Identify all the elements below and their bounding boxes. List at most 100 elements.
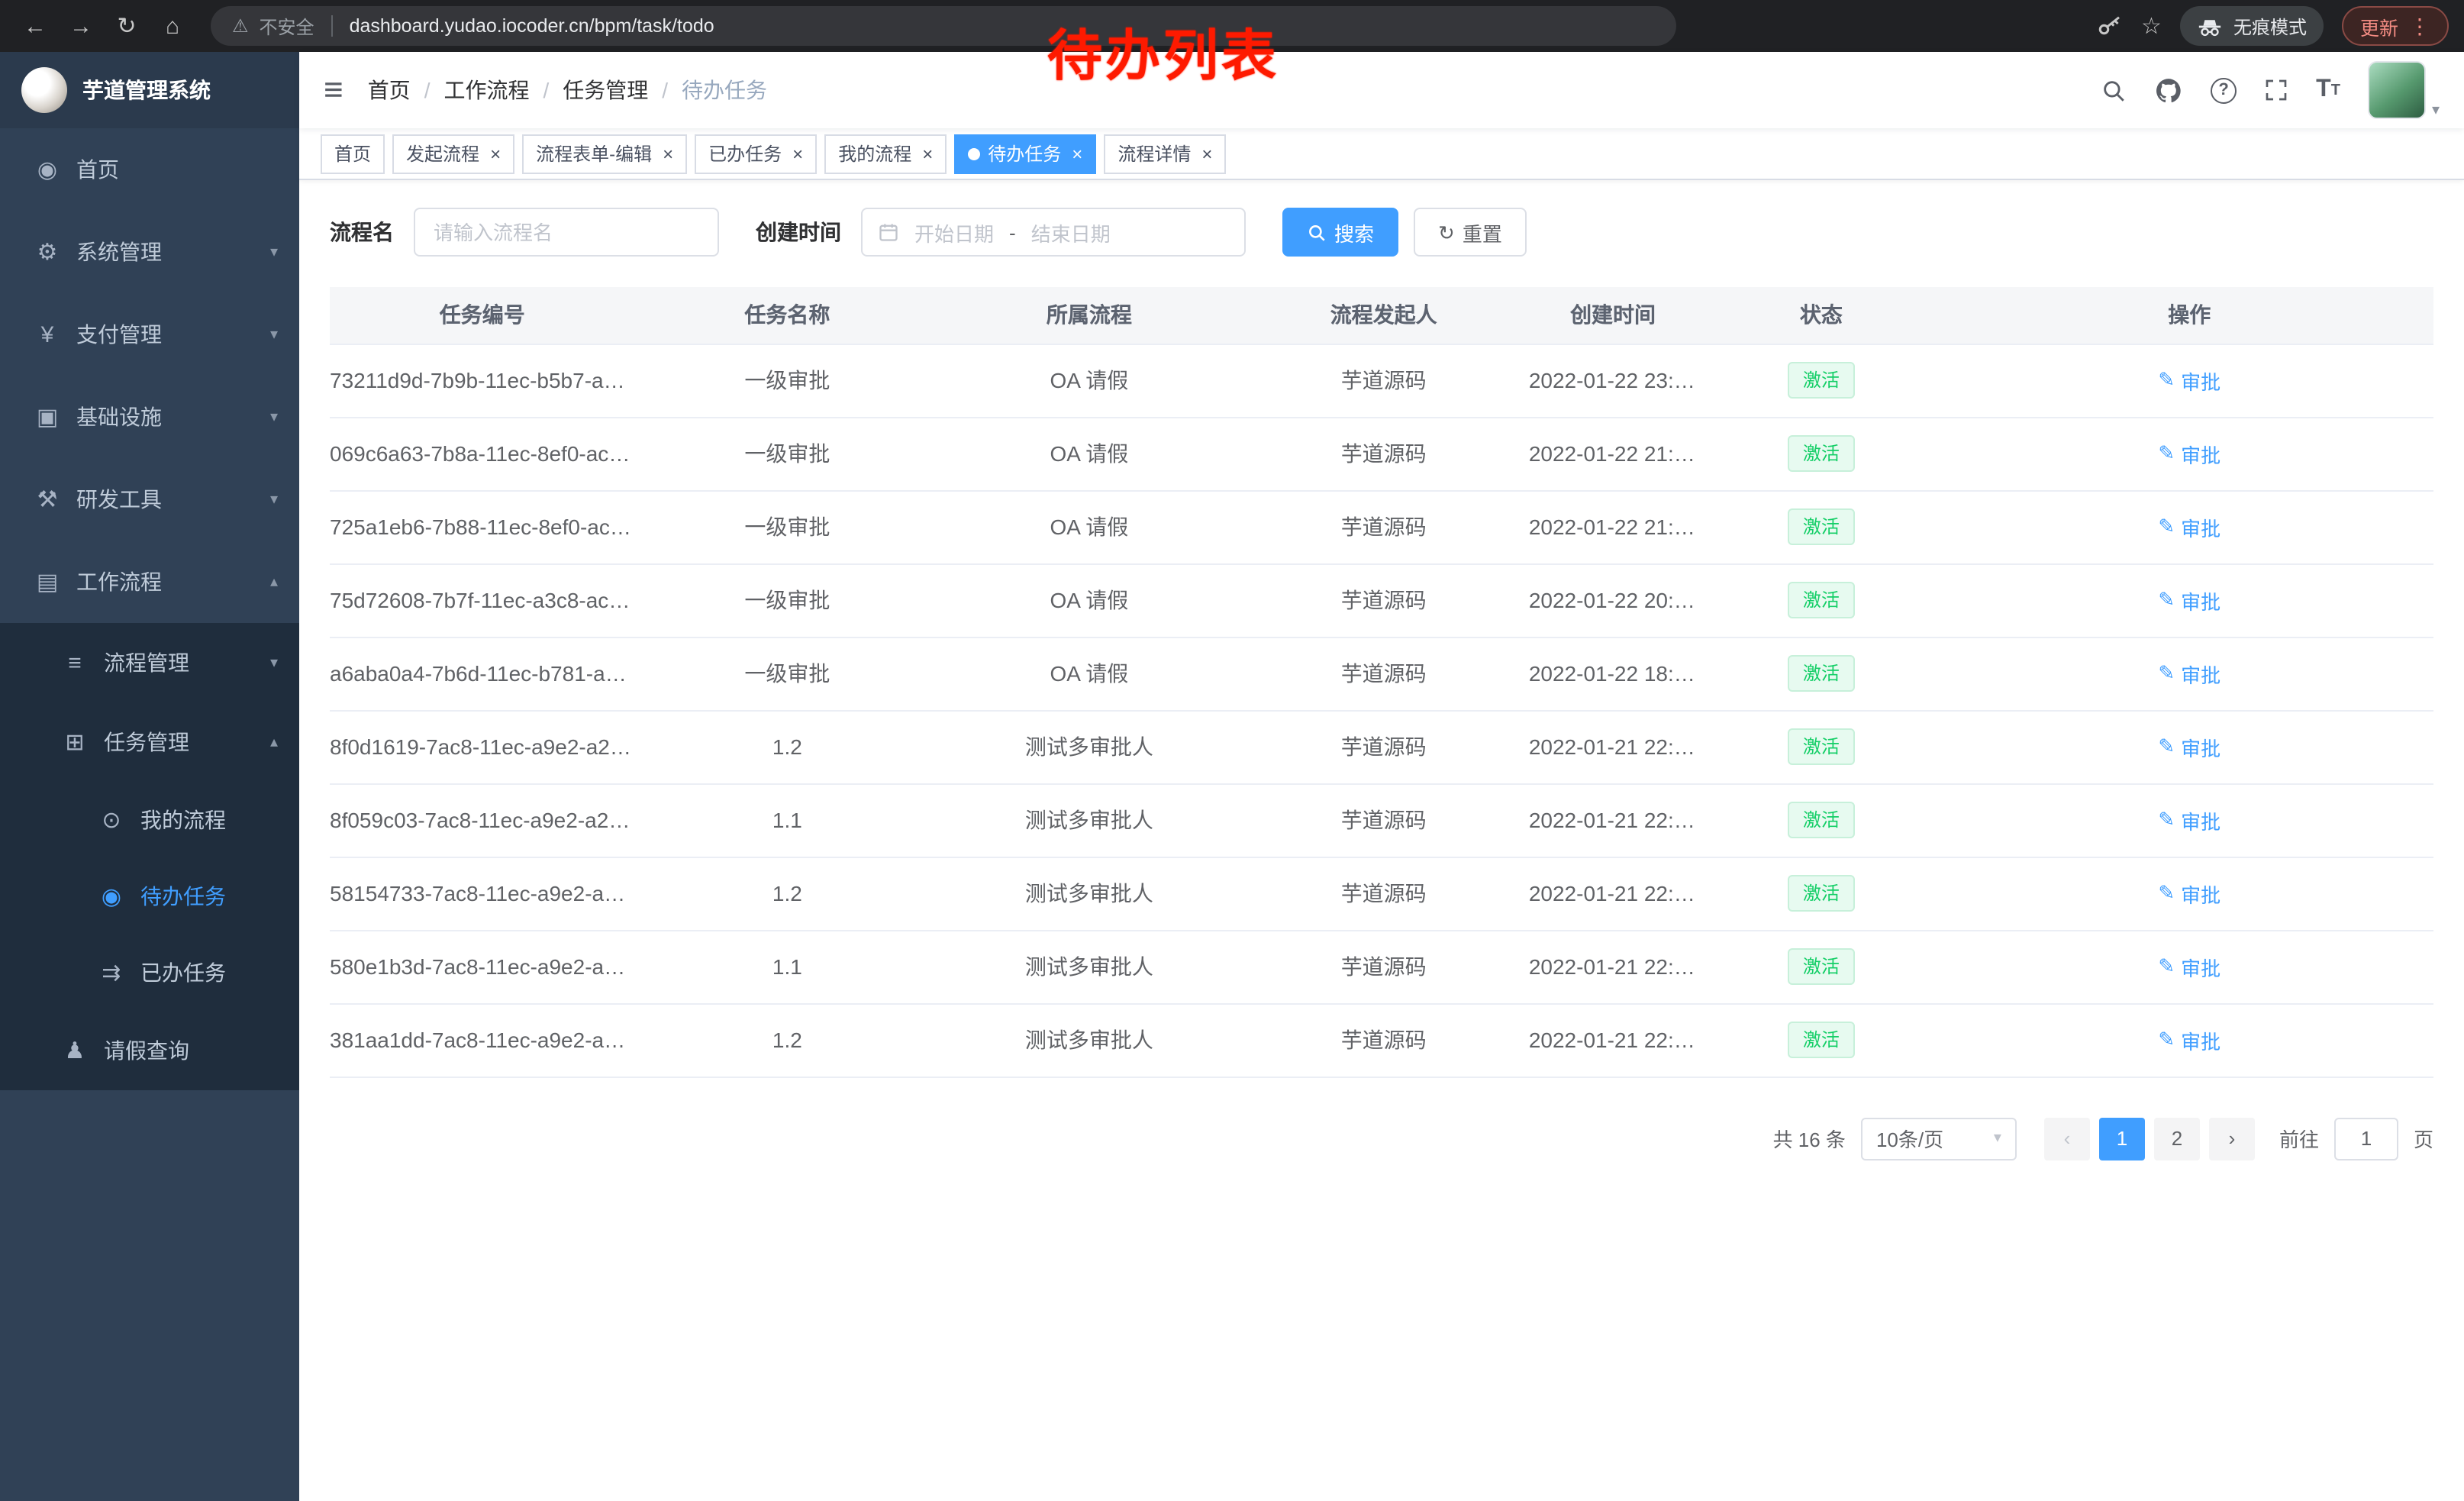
- browser-update-button[interactable]: 更新 ⋮: [2342, 6, 2449, 46]
- breadcrumb-item[interactable]: 待办任务: [662, 75, 767, 105]
- browser-forward-button[interactable]: →: [61, 6, 101, 46]
- table-row: 8f059c03-7ac8-11ec-a9e2-a2380e71991a 1.1…: [330, 783, 2433, 857]
- close-icon[interactable]: ×: [663, 144, 673, 163]
- help-icon[interactable]: ?: [2211, 77, 2237, 103]
- tab[interactable]: 流程详情 ×: [1104, 134, 1226, 173]
- password-key-icon[interactable]: [2095, 12, 2123, 40]
- browser-reload-button[interactable]: ↻: [107, 6, 147, 46]
- sidebar-item-task-management[interactable]: ⊞ 任务管理 ▴: [0, 702, 299, 782]
- approve-button[interactable]: ✎ 审批: [2158, 952, 2221, 981]
- process-name-input[interactable]: [414, 208, 719, 257]
- approve-label: 审批: [2181, 952, 2221, 981]
- edit-icon: ✎: [2158, 441, 2175, 466]
- breadcrumb-item[interactable]: 首页: [368, 75, 411, 105]
- approve-button[interactable]: ✎ 审批: [2158, 586, 2221, 615]
- sidebar-item-label: 基础设施: [76, 402, 162, 432]
- cell-task-id: 069c6a63-7b8a-11ec-8ef0-acde48001122: [330, 417, 635, 490]
- sidebar-item-infrastructure[interactable]: ▣ 基础设施 ▾: [0, 376, 299, 458]
- tab[interactable]: 我的流程 ×: [824, 134, 947, 173]
- sidebar-menu: ◉ 首页 ⚙ 系统管理 ▾ ¥ 支付管理 ▾ ▣ 基础设施 ▾: [0, 128, 299, 1090]
- address-bar[interactable]: ⚠ 不安全 dashboard.yudao.iocoder.cn/bpm/tas…: [211, 6, 1676, 46]
- approve-button[interactable]: ✎ 审批: [2158, 512, 2221, 541]
- approve-button[interactable]: ✎ 审批: [2158, 732, 2221, 761]
- github-icon[interactable]: [2154, 76, 2183, 105]
- sidebar-toggle-icon[interactable]: ≡: [324, 73, 343, 107]
- sidebar-item-system[interactable]: ⚙ 系统管理 ▾: [0, 211, 299, 293]
- tab-label: 发起流程: [406, 140, 479, 166]
- list-icon: ≡: [58, 650, 92, 676]
- close-icon[interactable]: ×: [490, 144, 501, 163]
- start-date-placeholder[interactable]: 开始日期: [914, 218, 994, 247]
- browser-menu-icon[interactable]: ⋮: [2409, 13, 2430, 39]
- sidebar-item-label: 请假查询: [104, 1035, 189, 1066]
- user-menu[interactable]: ▾: [2368, 61, 2440, 119]
- table-row: 069c6a63-7b8a-11ec-8ef0-acde48001122 一级审…: [330, 417, 2433, 490]
- sidebar-item-label: 研发工具: [76, 484, 162, 515]
- sidebar-item-workflow[interactable]: ▤ 工作流程 ▴: [0, 541, 299, 623]
- approve-button[interactable]: ✎ 审批: [2158, 439, 2221, 468]
- refresh-icon: ↻: [1438, 222, 1455, 242]
- page-size-select[interactable]: 10条/页 ▾: [1861, 1117, 2017, 1160]
- status-badge: 激活: [1788, 1022, 1855, 1058]
- grid-icon: ⊞: [58, 728, 92, 756]
- tab[interactable]: 流程表单-编辑 ×: [522, 134, 687, 173]
- cell-task-id: a6aba0a4-7b6d-11ec-b781-acde48001122: [330, 637, 635, 710]
- cell-task-name: 1.1: [635, 783, 940, 857]
- sidebar-item-payment[interactable]: ¥ 支付管理 ▾: [0, 293, 299, 376]
- breadcrumb-item[interactable]: 任务管理: [543, 75, 648, 105]
- close-icon[interactable]: ×: [922, 144, 933, 163]
- avatar[interactable]: [2368, 61, 2426, 119]
- page-number-button[interactable]: 2: [2154, 1117, 2200, 1160]
- cell-created-time: 2022-01-21 22:41:29: [1529, 1003, 1697, 1077]
- goto-page-input[interactable]: [2334, 1117, 2398, 1160]
- sidebar-item-leave-query[interactable]: ♟ 请假查询: [0, 1011, 299, 1090]
- approve-button[interactable]: ✎ 审批: [2158, 805, 2221, 834]
- date-range-picker[interactable]: 开始日期 - 结束日期: [861, 208, 1246, 257]
- column-header: 任务编号: [330, 287, 635, 344]
- prev-page-button[interactable]: ‹: [2044, 1117, 2090, 1160]
- sidebar-item-devtools[interactable]: ⚒ 研发工具 ▾: [0, 458, 299, 541]
- close-icon[interactable]: ×: [1201, 144, 1212, 163]
- sidebar-item-label: 我的流程: [140, 805, 226, 835]
- close-icon[interactable]: ×: [1072, 144, 1082, 163]
- tab[interactable]: 发起流程 ×: [392, 134, 514, 173]
- column-header: 操作: [1946, 287, 2434, 344]
- table-row: 58154733-7ac8-11ec-a9e2-a2380e71991a 1.2…: [330, 857, 2433, 930]
- reset-button[interactable]: ↻ 重置: [1414, 208, 1527, 257]
- bookmark-star-icon[interactable]: ☆: [2141, 12, 2162, 40]
- sidebar-item-label: 工作流程: [76, 567, 162, 597]
- search-button[interactable]: 搜索: [1282, 208, 1398, 257]
- approve-button[interactable]: ✎ 审批: [2158, 879, 2221, 908]
- sidebar-item-done-task[interactable]: ⇉ 已办任务: [0, 934, 299, 1011]
- browser-back-button[interactable]: ←: [15, 6, 55, 46]
- sidebar-item-label: 任务管理: [104, 727, 189, 757]
- approve-button[interactable]: ✎ 审批: [2158, 659, 2221, 688]
- chevron-down-icon: ▾: [270, 326, 278, 343]
- tab[interactable]: 待办任务 ×: [954, 134, 1096, 173]
- cell-task-name: 一级审批: [635, 344, 940, 417]
- process-name-label: 流程名: [330, 217, 394, 247]
- approve-button[interactable]: ✎ 审批: [2158, 1025, 2221, 1054]
- sidebar-item-my-process[interactable]: ⊙ 我的流程: [0, 782, 299, 858]
- edit-icon: ✎: [2158, 734, 2175, 759]
- text-size-icon[interactable]: TT: [2316, 76, 2340, 104]
- tab[interactable]: 已办任务 ×: [695, 134, 817, 173]
- app-logo[interactable]: 芋道管理系统: [0, 52, 299, 128]
- fullscreen-icon[interactable]: [2264, 78, 2288, 102]
- cell-action: ✎ 审批: [1946, 783, 2434, 857]
- breadcrumb-item[interactable]: 工作流程: [424, 75, 530, 105]
- approve-button[interactable]: ✎ 审批: [2158, 366, 2221, 395]
- end-date-placeholder[interactable]: 结束日期: [1031, 218, 1111, 247]
- browser-home-button[interactable]: ⌂: [153, 6, 192, 46]
- search-icon[interactable]: [2101, 77, 2127, 103]
- cell-created-time: 2022-01-22 20:33:10: [1529, 563, 1697, 637]
- table-row: 381aa1dd-7ac8-11ec-a9e2-a2380e71991a 1.2…: [330, 1003, 2433, 1077]
- page-number-button[interactable]: 1: [2099, 1117, 2145, 1160]
- next-page-button[interactable]: ›: [2209, 1117, 2255, 1160]
- sidebar-item-home[interactable]: ◉ 首页: [0, 128, 299, 211]
- breadcrumb: 首页 工作流程 任务管理 待办任务: [368, 75, 781, 105]
- sidebar-item-todo-task[interactable]: ◉ 待办任务: [0, 858, 299, 934]
- close-icon[interactable]: ×: [792, 144, 803, 163]
- sidebar-item-process-management[interactable]: ≡ 流程管理 ▾: [0, 623, 299, 702]
- tab[interactable]: 首页 ×: [321, 134, 385, 173]
